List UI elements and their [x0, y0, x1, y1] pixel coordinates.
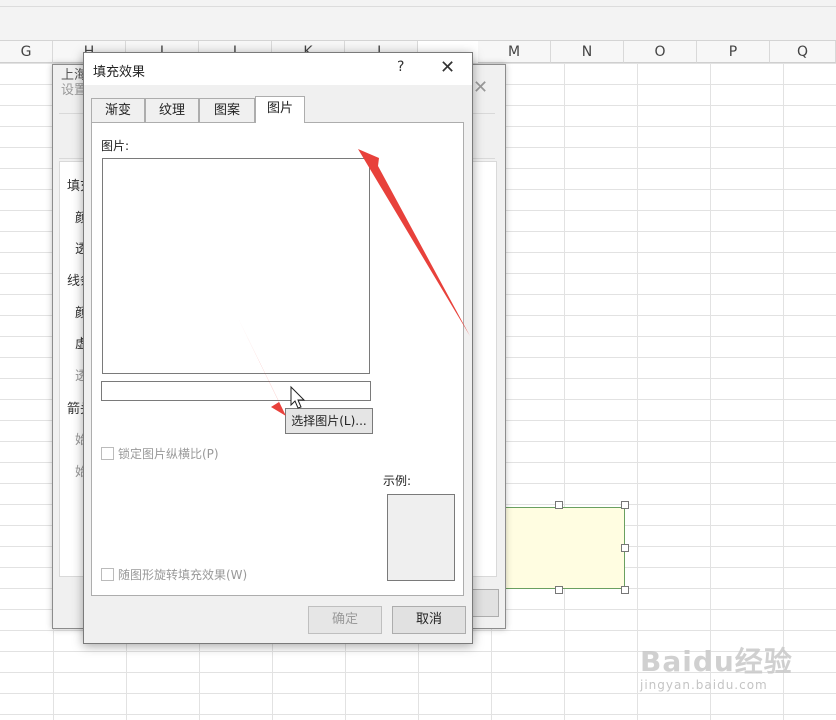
ribbon-divider	[0, 6, 836, 7]
resize-handle[interactable]	[621, 586, 629, 594]
watermark-logo: Baidu经验	[640, 645, 793, 678]
sample-preview	[387, 494, 455, 581]
rotate-with-shape-checkbox[interactable]	[101, 568, 114, 581]
rotate-with-shape-label: 随图形旋转填充效果(W)	[118, 568, 248, 582]
choose-picture-button[interactable]: 选择图片(L)...	[285, 408, 373, 434]
column-header-m[interactable]: M	[478, 41, 551, 63]
rotate-with-shape-option[interactable]: 随图形旋转填充效果(W)	[101, 566, 247, 583]
fill-effects-dialog: 填充效果 ? ✕ 渐变 纹理 图案 图片 图片: 选择图片(L)... 锁定图片…	[83, 52, 473, 644]
column-header-q[interactable]: Q	[770, 41, 836, 63]
resize-handle[interactable]	[555, 501, 563, 509]
resize-handle[interactable]	[621, 544, 629, 552]
tab-texture[interactable]: 纹理	[145, 98, 199, 122]
watermark-url: jingyan.baidu.com	[640, 678, 768, 692]
column-header-g[interactable]: G	[0, 41, 53, 63]
picture-preview	[102, 158, 370, 374]
ok-button[interactable]: 确定	[308, 606, 382, 634]
tab-gradient[interactable]: 渐变	[91, 98, 145, 122]
close-icon[interactable]: ✕	[473, 77, 488, 98]
resize-handle[interactable]	[621, 501, 629, 509]
dialog-titlebar: 填充效果 ? ✕	[84, 53, 472, 85]
baidu-watermark: Baidu经验 jingyan.baidu.com	[640, 640, 793, 692]
sample-label: 示例:	[383, 474, 412, 488]
close-icon[interactable]: ✕	[440, 57, 455, 78]
picture-tab-panel: 图片: 选择图片(L)... 锁定图片纵横比(P) 随图形旋转填充效果(W) 示…	[91, 122, 464, 596]
lock-aspect-option[interactable]: 锁定图片纵横比(P)	[101, 445, 219, 462]
column-header-p[interactable]: P	[697, 41, 770, 63]
picture-label: 图片:	[101, 139, 130, 153]
column-header-n[interactable]: N	[551, 41, 624, 63]
column-header-o[interactable]: O	[624, 41, 697, 63]
tab-picture[interactable]: 图片	[255, 96, 305, 123]
resize-handle[interactable]	[555, 586, 563, 594]
dialog-title: 填充效果	[93, 65, 146, 80]
hidden-button[interactable]	[471, 589, 499, 617]
selected-shape[interactable]	[502, 507, 625, 589]
help-icon[interactable]: ?	[397, 59, 404, 75]
lock-aspect-label: 锁定图片纵横比(P)	[118, 447, 219, 461]
tab-pattern[interactable]: 图案	[199, 98, 255, 122]
cancel-button[interactable]: 取消	[392, 606, 466, 634]
picture-path-field[interactable]	[101, 381, 371, 401]
lock-aspect-checkbox[interactable]	[101, 447, 114, 460]
